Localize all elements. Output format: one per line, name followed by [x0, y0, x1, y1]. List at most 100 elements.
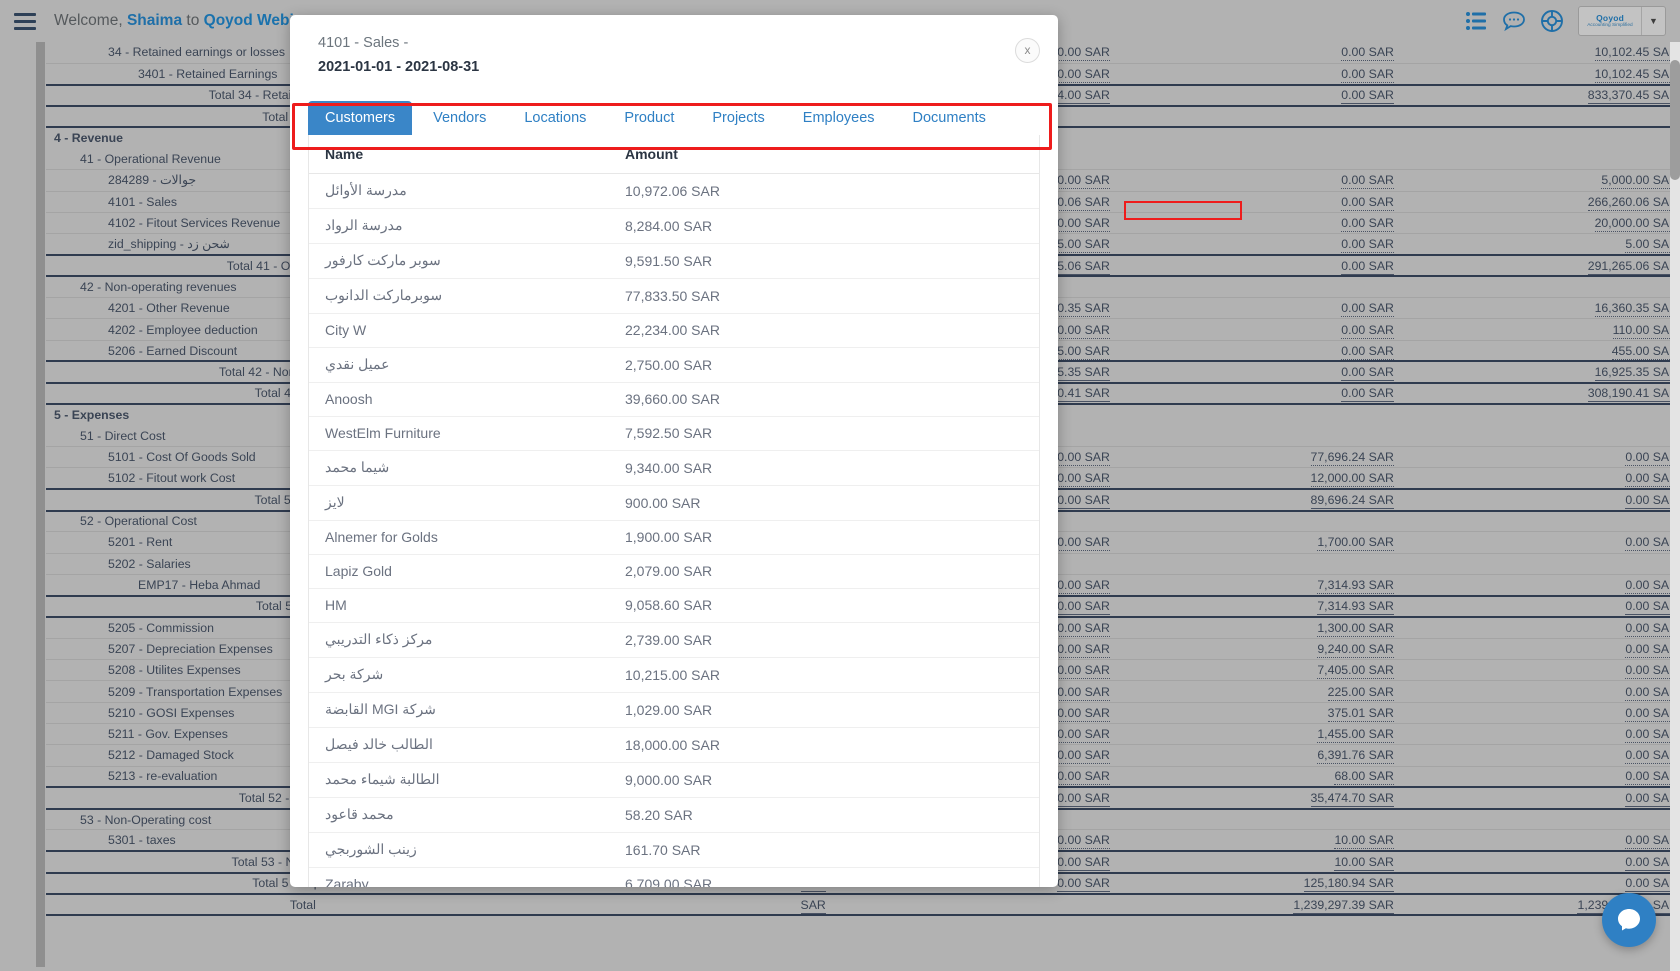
- customer-name: زينب الشوربجي: [309, 832, 609, 868]
- report-cell: 9,240.00 SAR: [1117, 638, 1402, 661]
- hamburger-menu-icon[interactable]: [14, 12, 36, 30]
- tab-vendors[interactable]: Vendors: [416, 101, 503, 135]
- report-cell: 291,265.06 SAR: [1401, 253, 1680, 278]
- tab-locations[interactable]: Locations: [507, 101, 603, 135]
- report-cell: 375.01 SAR: [1117, 702, 1402, 725]
- tab-projects[interactable]: Projects: [695, 101, 781, 135]
- page-scrollbar-track[interactable]: [1670, 42, 1680, 971]
- report-cell-value: 0.00 SAR: [1341, 88, 1394, 104]
- report-cell: 266,260.06 SAR: [1401, 191, 1680, 213]
- report-cell: [1401, 403, 1680, 426]
- account-switcher[interactable]: Qoyod Accounting Simplified ▼: [1578, 6, 1666, 36]
- customer-amount: 18,000.00 SAR: [609, 727, 1039, 763]
- report-cell: [1117, 808, 1402, 831]
- customer-name: الطالبة شيماء محمد: [309, 762, 609, 798]
- table-row: الطالب خالد فيصل 18,000.00 SAR: [309, 727, 1039, 763]
- table-row: مدرسة الأوائل 10,972.06 SAR: [309, 173, 1039, 209]
- report-cell: 0.00 SAR: [1401, 786, 1680, 810]
- close-icon[interactable]: x: [1015, 38, 1040, 63]
- table-row: HM 9,058.60 SAR: [309, 588, 1039, 623]
- intercom-chat-launcher[interactable]: [1602, 893, 1656, 947]
- tab-documents[interactable]: Documents: [896, 101, 1003, 135]
- report-cell: 0.00 SAR: [1117, 169, 1402, 192]
- report-cell: 125,180.94 SAR: [1117, 871, 1402, 895]
- report-cell: 0.00 SAR: [1117, 381, 1402, 406]
- report-cell: [1401, 553, 1680, 575]
- report-cell-value: 0.00 SAR: [1057, 684, 1110, 701]
- customer-name: محمد قاعود: [309, 797, 609, 833]
- report-cell-value: 0.00 SAR: [1057, 833, 1110, 850]
- report-cell-value: 10,102.45 SAR: [1594, 66, 1678, 83]
- report-cell: 455.00 SAR: [1401, 340, 1680, 362]
- report-cell: 10.00 SAR: [1117, 850, 1402, 874]
- report-cell-value: 16,925.35 SAR: [1594, 365, 1678, 381]
- report-cell: 35,474.70 SAR: [1117, 786, 1402, 810]
- report-cell-value: 0.00 SAR: [1057, 450, 1110, 467]
- report-cell-value: 16,360.35 SAR: [1594, 301, 1678, 318]
- report-cell: 7,405.00 SAR: [1117, 659, 1402, 682]
- table-row: شركة بحر 10,215.00 SAR: [309, 657, 1039, 693]
- customer-amount: 161.70 SAR: [609, 832, 1039, 868]
- tab-product[interactable]: Product: [607, 101, 691, 135]
- report-cell-value: 0.00 SAR: [1057, 577, 1110, 594]
- report-cell: 0.00 SAR: [1401, 446, 1680, 469]
- report-cell: [1401, 148, 1680, 171]
- report-cell-value: 0.00 SAR: [1341, 386, 1394, 403]
- report-row-label[interactable]: Total: [46, 892, 550, 917]
- customer-amount: 22,234.00 SAR: [609, 313, 1039, 348]
- customer-name: شركة MGI القابضة: [309, 692, 609, 728]
- report-cell-value: 7,314.93 SAR: [1317, 577, 1394, 594]
- report-cell: 0.00 SAR: [1401, 744, 1680, 767]
- table-row: لايز 900.00 SAR: [309, 485, 1039, 521]
- table-row: شركة MGI القابضة 1,029.00 SAR: [309, 692, 1039, 728]
- welcome-mid: to: [186, 12, 200, 29]
- report-cell: 0.00 SAR: [1117, 233, 1402, 256]
- report-cell-value: 0.00 SAR: [1341, 301, 1394, 318]
- customer-name: شيما محمد: [309, 450, 609, 486]
- tab-employees[interactable]: Employees: [786, 101, 892, 135]
- chat-bubble-icon[interactable]: [1502, 9, 1526, 33]
- report-cell-value: 0.00 SAR: [1341, 365, 1394, 381]
- chat-launcher-icon: [1618, 909, 1640, 931]
- lifebuoy-help-icon[interactable]: [1540, 9, 1564, 33]
- report-cell-value: 6,391.76 SAR: [1317, 748, 1394, 765]
- report-cell: 0.00 SAR: [1401, 850, 1680, 874]
- logo-line-2: Accounting Simplified: [1587, 21, 1633, 28]
- report-cell-value: 7,314.93 SAR: [1317, 599, 1394, 615]
- tab-customers[interactable]: Customers: [308, 100, 413, 135]
- report-cell: [833, 892, 1118, 917]
- customer-amount: 2,079.00 SAR: [609, 554, 1039, 589]
- report-cell: 0.00 SAR: [1117, 63, 1402, 86]
- page-scrollbar-thumb[interactable]: [1670, 60, 1680, 180]
- report-cell-value: 0.00 SAR: [1057, 748, 1110, 765]
- report-cell-value: 0.00 SAR: [1057, 492, 1110, 509]
- welcome-message: Welcome, Shaima to Qoyod Webinar: [54, 12, 318, 30]
- report-cell: 6,391.76 SAR: [1117, 744, 1402, 767]
- report-cell-value: 68.00 SAR: [1334, 769, 1394, 786]
- chevron-down-icon[interactable]: ▼: [1641, 7, 1665, 35]
- report-cell-value: 0.00 SAR: [1057, 535, 1110, 552]
- report-cell-value: SAR: [800, 897, 826, 914]
- report-cell: [1117, 403, 1402, 426]
- report-cell-value: 0.00 SAR: [1341, 343, 1394, 360]
- report-cell-value: 20,000.00 SAR: [1594, 216, 1678, 233]
- report-cell: 0.00 SAR: [1117, 191, 1402, 213]
- report-cell: 0.00 SAR: [1401, 659, 1680, 682]
- customer-amount: 9,058.60 SAR: [609, 588, 1039, 623]
- customer-name: لايز: [309, 485, 609, 521]
- report-cell: 0.00 SAR: [1401, 467, 1680, 490]
- customer-name: Anoosh: [309, 382, 609, 417]
- table-row: City W 22,234.00 SAR: [309, 313, 1039, 348]
- customer-amount: 58.20 SAR: [609, 797, 1039, 833]
- customer-name: HM: [309, 588, 609, 623]
- report-cell: 0.00 SAR: [1401, 488, 1680, 512]
- report-cell: 0.00 SAR: [1401, 617, 1680, 639]
- report-cell: [1117, 126, 1402, 149]
- report-cell: 0.00 SAR: [1117, 83, 1402, 107]
- report-cell-value: 0.00 SAR: [1057, 705, 1110, 722]
- customer-amount: 1,029.00 SAR: [609, 692, 1039, 728]
- report-cell-value: 833,370.45 SAR: [1587, 88, 1678, 104]
- list-icon[interactable]: [1464, 9, 1488, 33]
- table-row: سوبرماركت الدانوب 77,833.50 SAR: [309, 278, 1039, 314]
- report-cell-value: 266,260.06 SAR: [1587, 194, 1678, 211]
